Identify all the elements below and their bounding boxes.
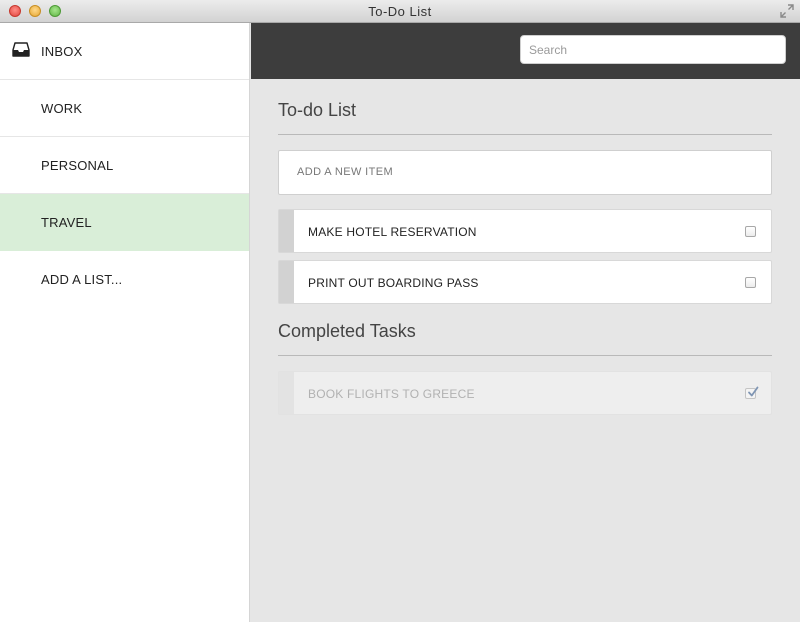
window-title: To-Do List [368, 4, 432, 19]
header-bar [251, 23, 800, 79]
sidebar-item-work[interactable]: WORK [0, 80, 249, 137]
completed-section-title: Completed Tasks [278, 321, 416, 341]
search-input[interactable] [520, 35, 786, 64]
add-list-button[interactable]: ADD A LIST... [0, 251, 249, 308]
task-label: BOOK FLIGHTS TO GREECE [308, 387, 475, 401]
completed-task-item[interactable]: BOOK FLIGHTS TO GREECE [278, 371, 772, 415]
title-bar: To-Do List [0, 0, 800, 23]
task-checkbox-checked[interactable] [745, 386, 759, 399]
main-content: To-do List ADD A NEW ITEM MAKE HOTEL RES… [251, 79, 800, 622]
drag-handle[interactable] [279, 261, 294, 303]
checkmark-icon [748, 386, 759, 397]
task-checkbox[interactable] [745, 226, 756, 237]
task-label: PRINT OUT BOARDING PASS [308, 276, 479, 290]
add-item-placeholder: ADD A NEW ITEM [297, 166, 394, 178]
completed-divider [278, 355, 772, 356]
todo-divider [278, 134, 772, 135]
task-item[interactable]: PRINT OUT BOARDING PASS [278, 260, 772, 304]
drag-handle[interactable] [279, 372, 294, 414]
app-window: To-Do List INBOX WORK PERSONAL TRAVEL AD… [0, 0, 800, 622]
add-item-input[interactable]: ADD A NEW ITEM [278, 150, 772, 195]
sidebar-item-label: TRAVEL [41, 215, 92, 230]
task-item[interactable]: MAKE HOTEL RESERVATION [278, 209, 772, 253]
sidebar-item-label: INBOX [41, 44, 83, 59]
drag-handle[interactable] [279, 210, 294, 252]
sidebar-item-label: WORK [41, 101, 83, 116]
fullscreen-icon[interactable] [780, 4, 794, 18]
inbox-icon [12, 42, 30, 57]
sidebar-item-travel[interactable]: TRAVEL [0, 194, 249, 251]
sidebar-item-inbox[interactable]: INBOX [0, 23, 249, 80]
sidebar: INBOX WORK PERSONAL TRAVEL ADD A LIST... [0, 23, 250, 622]
todo-section-title: To-do List [278, 100, 357, 120]
add-list-label: ADD A LIST... [41, 272, 123, 287]
sidebar-item-label: PERSONAL [41, 158, 114, 173]
task-label: MAKE HOTEL RESERVATION [308, 225, 477, 239]
task-checkbox[interactable] [745, 277, 756, 288]
sidebar-item-personal[interactable]: PERSONAL [0, 137, 249, 194]
